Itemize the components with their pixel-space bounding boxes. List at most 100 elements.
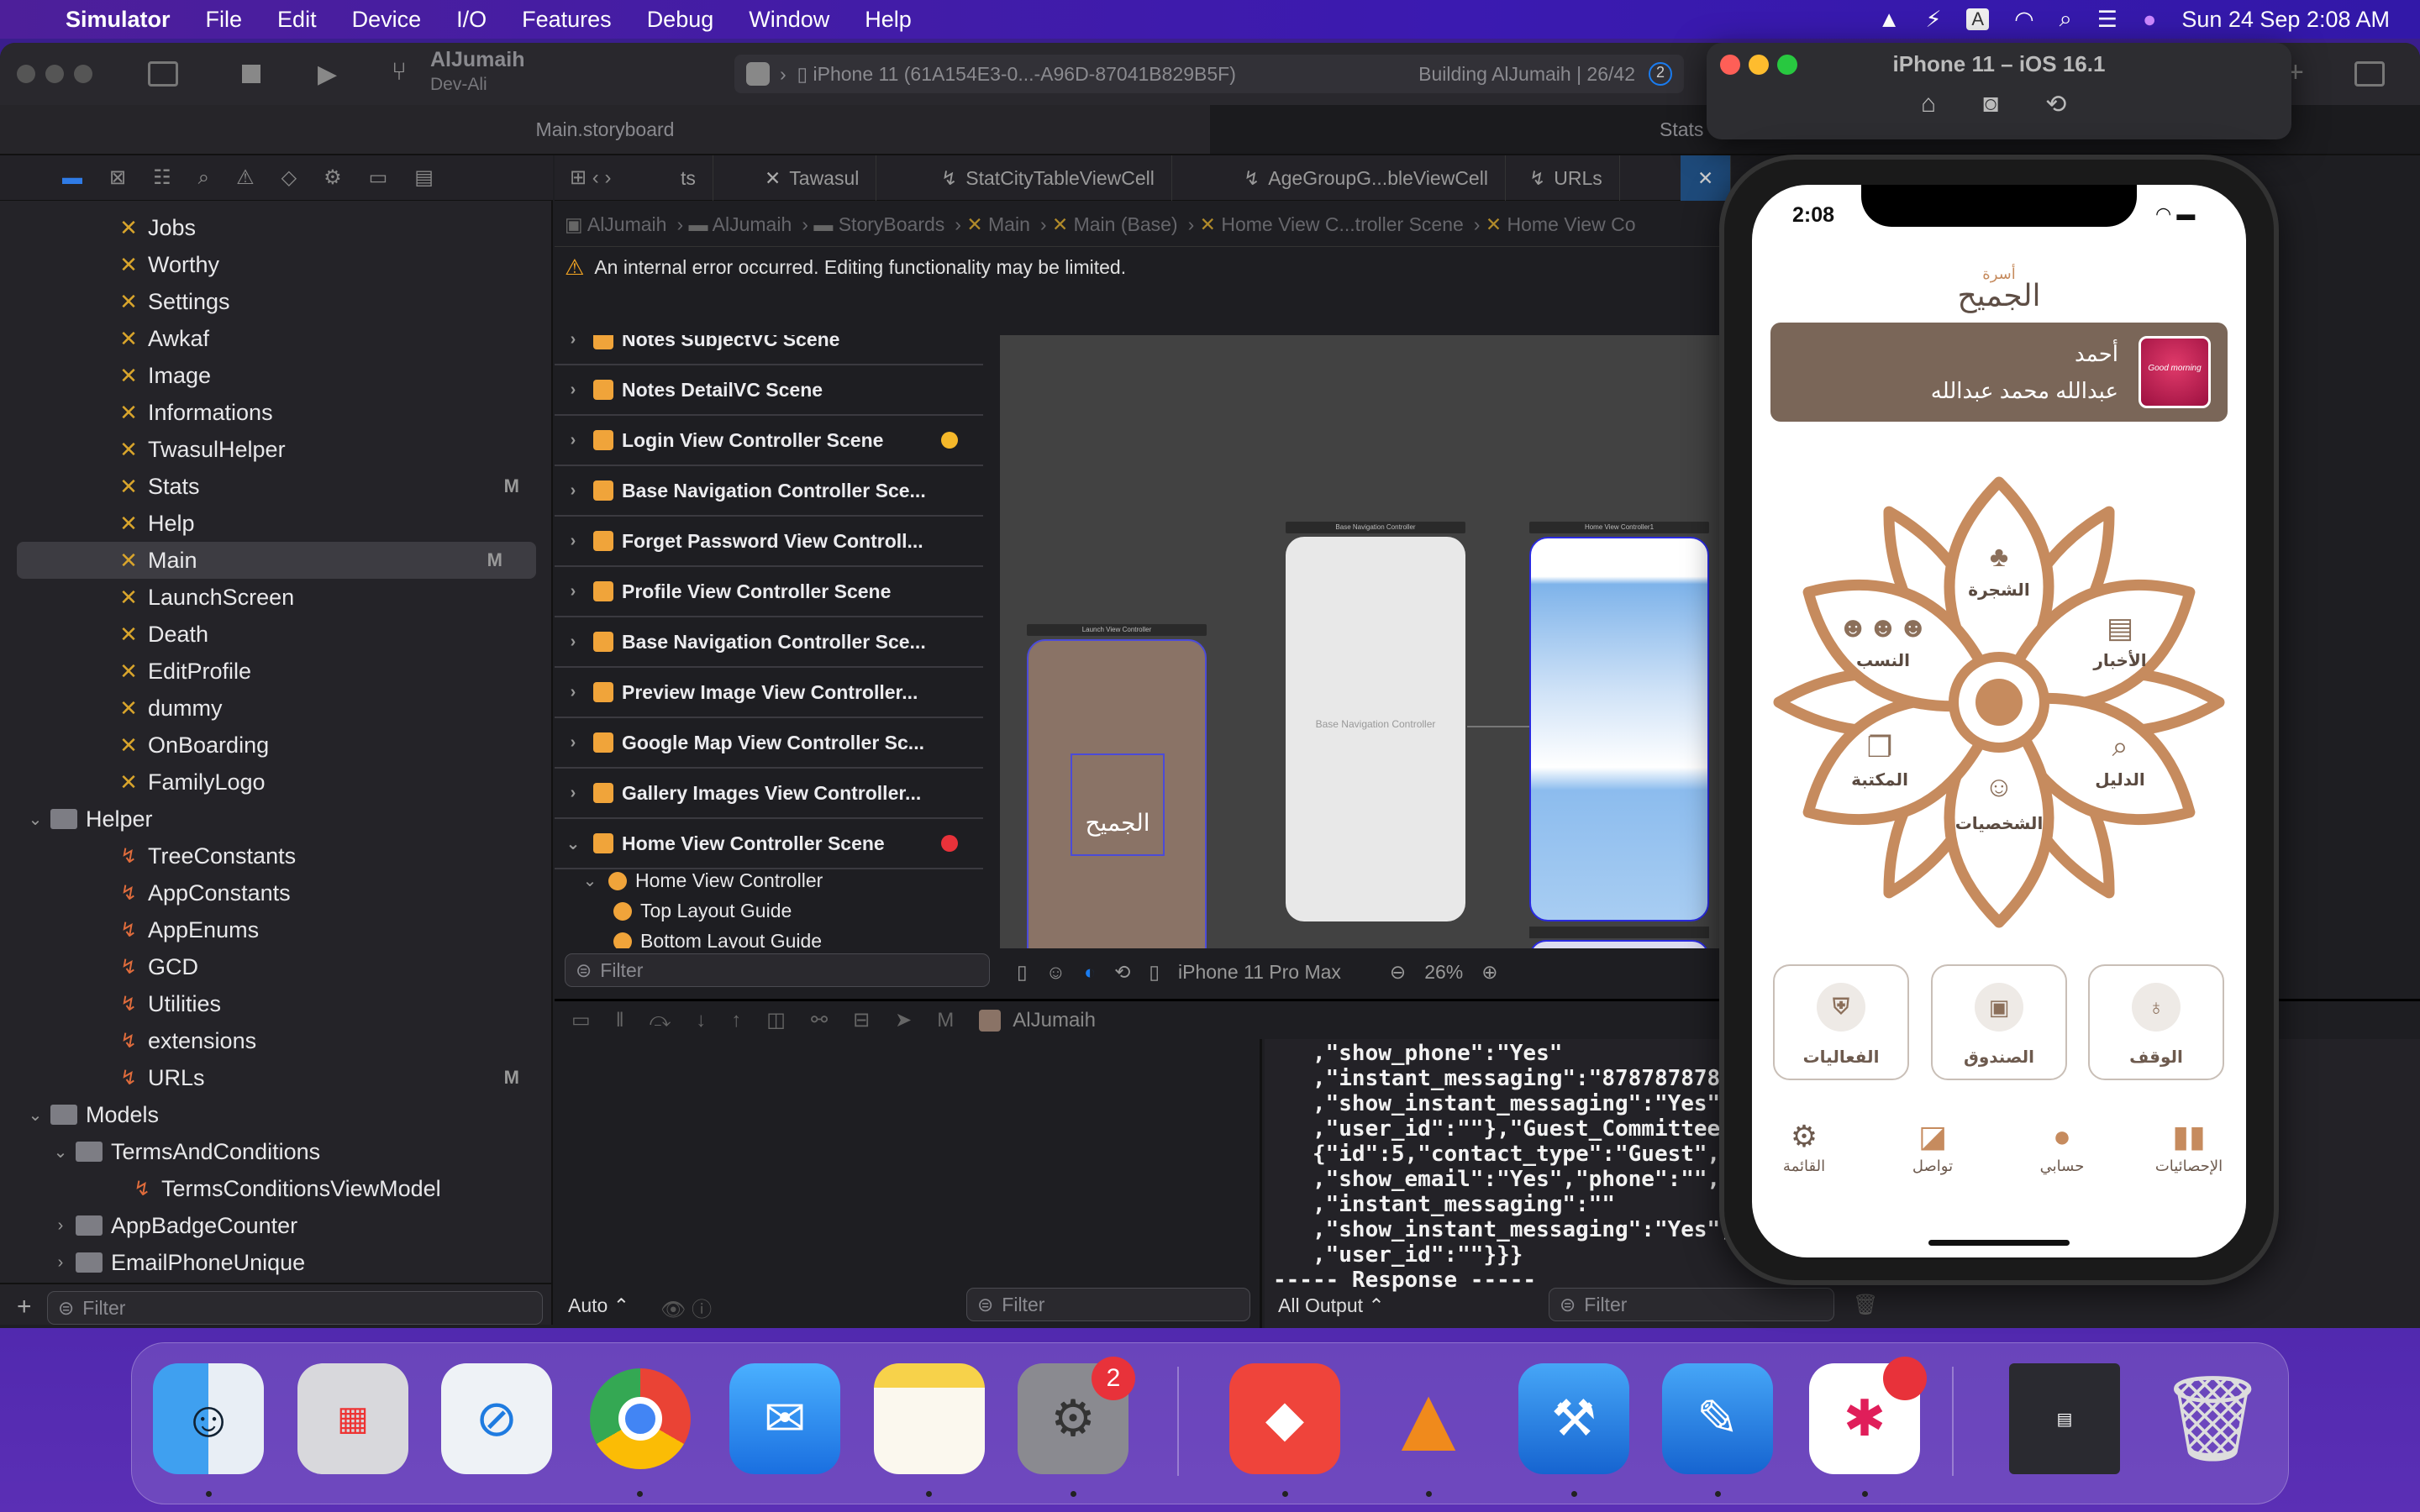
chrome-icon[interactable] <box>585 1363 696 1474</box>
breadcrumb-item[interactable]: › ✕ Main (Base) <box>1040 213 1178 236</box>
tab-contact[interactable]: ◪ تواصل <box>1882 1119 1983 1175</box>
breakpoint-navigator-icon[interactable]: ▭ <box>369 165 388 190</box>
build-issue-count[interactable]: 2 <box>1649 62 1672 86</box>
vlc-icon[interactable]: ▲ <box>1373 1363 1484 1474</box>
chevron-right-icon[interactable]: › <box>563 733 583 753</box>
source-control-icon[interactable]: ⊠ <box>109 165 126 190</box>
menu-app-name[interactable]: Simulator <box>66 7 171 33</box>
tab-main-storyboard[interactable]: Main.storyboard <box>0 105 1210 154</box>
petal-lineage[interactable]: النسب <box>1833 650 1933 671</box>
zoom-button[interactable] <box>74 65 92 83</box>
scene-nav[interactable]: Base Navigation Controller <box>1286 537 1465 921</box>
report-navigator-icon[interactable]: ▤ <box>414 165 434 190</box>
menu-help[interactable]: Help <box>865 7 912 33</box>
editor-tab[interactable]: ↯ StatCityTableViewCell <box>924 155 1172 201</box>
system-settings-icon[interactable]: ⚙ 2 <box>1018 1357 1135 1474</box>
chevron-down-icon[interactable]: ⌄ <box>25 809 45 830</box>
chevron-right-icon[interactable]: › <box>563 633 583 652</box>
menu-edit[interactable]: Edit <box>277 7 317 33</box>
accessibility-icon[interactable]: ☺ <box>1046 961 1065 984</box>
control-center-icon[interactable]: ☰ <box>2097 7 2118 33</box>
navigator-item-worthy[interactable]: ✕ Worthy <box>0 246 553 283</box>
petal-news[interactable]: الأخبار <box>2070 650 2170 671</box>
menu-features[interactable]: Features <box>522 7 612 33</box>
editor-tab[interactable]: ↯ URLs <box>1512 155 1620 201</box>
navigator-item-utilities[interactable]: ↯ Utilities <box>0 985 553 1022</box>
profile-card[interactable]: Good morning أحمد عبدالله محمد عبدالله <box>1770 323 2228 422</box>
chevron-right-icon[interactable]: › <box>563 335 583 349</box>
variables-mode-select[interactable]: Auto ⌃ <box>568 1294 629 1317</box>
petal-figures[interactable]: الشخصيات <box>1949 813 2049 834</box>
petal-directory[interactable]: الدليل <box>2070 769 2170 790</box>
location-icon[interactable]: ➤ <box>895 1008 912 1032</box>
metal-icon[interactable]: M <box>937 1009 954 1032</box>
menu-device[interactable]: Device <box>352 7 422 33</box>
navigator-item-appbadgecounter[interactable]: › AppBadgeCounter <box>0 1207 553 1244</box>
chevron-down-icon[interactable]: ⌄ <box>563 833 583 854</box>
run-icon[interactable]: ▶ <box>318 60 337 89</box>
card-endowment[interactable]: ♁ الوقف <box>2088 964 2224 1080</box>
quick-look-icon[interactable]: 👁 ⓘ <box>660 1293 712 1322</box>
screenshot-icon[interactable]: ◙ <box>1983 90 1998 119</box>
navigator-item-models[interactable]: ⌄ Models <box>0 1096 553 1133</box>
slack-icon[interactable]: ✱ <box>1809 1357 1927 1474</box>
simulator-icon[interactable]: ✎ <box>1662 1363 1773 1474</box>
inspector-toggle-icon[interactable] <box>2354 61 2385 87</box>
view-hierarchy-icon[interactable]: ◫ <box>766 1008 786 1032</box>
sidebar-toggle-icon[interactable] <box>148 61 178 87</box>
menu-io[interactable]: I/O <box>456 7 487 33</box>
console-output-select[interactable]: All Output ⌃ <box>1278 1294 1385 1317</box>
outline-child[interactable]: Top Layout Guide <box>605 900 792 922</box>
add-file-icon[interactable]: + <box>17 1293 32 1321</box>
symbol-navigator-icon[interactable]: ☷ <box>153 165 171 190</box>
console-filter-input[interactable]: ⊜ Filter <box>1549 1288 1834 1321</box>
step-into-icon[interactable]: ↓ <box>696 1009 706 1032</box>
scene-home[interactable] <box>1529 537 1709 921</box>
menu-debug[interactable]: Debug <box>647 7 714 33</box>
variables-filter-input[interactable]: ⊜ Filter <box>966 1288 1250 1321</box>
storyboard-canvas[interactable]: Launch View Controller الجميح Base Navig… <box>1000 335 1731 948</box>
menu-clock[interactable]: Sun 24 Sep 2:08 AM <box>2181 7 2390 33</box>
segue-arrow[interactable] <box>1467 726 1531 727</box>
chevron-down-icon[interactable]: ⌄ <box>25 1105 45 1126</box>
project-navigator-icon[interactable]: ▬ <box>62 166 82 190</box>
card-events[interactable]: ⛨ الفعاليات <box>1773 964 1909 1080</box>
navigator-item-launchscreen[interactable]: ✕ LaunchScreen <box>0 579 553 616</box>
screenshot-thumbnail-icon[interactable]: ▤ <box>2009 1363 2120 1474</box>
trash-icon[interactable]: 🗑 <box>2157 1363 2268 1474</box>
outline-child[interactable]: Bottom Layout Guide <box>605 930 822 948</box>
trash-icon[interactable]: 🗑 <box>1853 1293 1878 1317</box>
tab-stats[interactable]: Stats <box>1660 118 1703 141</box>
scene-title-nav[interactable]: Base Navigation Controller <box>1286 522 1465 533</box>
chevron-right-icon[interactable]: › <box>563 784 583 803</box>
related-items-icon[interactable]: ⊞ ‹ › <box>570 165 611 190</box>
chevron-right-icon[interactable]: › <box>50 1253 71 1273</box>
navigator-item-help[interactable]: ✕ Help <box>0 505 553 542</box>
step-over-icon[interactable]: ⤼ <box>650 1009 671 1032</box>
outline-filter-input[interactable]: ⊜ Filter <box>565 953 990 987</box>
navigator-item-treeconstants[interactable]: ↯ TreeConstants <box>0 837 553 874</box>
siri-icon[interactable]: ● <box>2143 7 2156 33</box>
pause-icon[interactable]: ‖ <box>616 1009 624 1032</box>
xcode-icon[interactable]: ⚒ <box>1518 1363 1629 1474</box>
navigator-item-settings[interactable]: ✕ Settings <box>0 283 553 320</box>
chevron-down-icon[interactable]: ⌄ <box>580 870 600 891</box>
launchpad-icon[interactable]: ▦ <box>297 1363 408 1474</box>
outline-scene[interactable]: ⌄ Home View Controller Scene <box>555 819 983 869</box>
spotlight-icon[interactable]: ⌕ <box>2060 6 2072 33</box>
tab-statistics[interactable]: ▮▮ الإحصائيات <box>2139 1119 2239 1175</box>
chevron-right-icon[interactable]: › <box>563 683 583 702</box>
navigator-item-twasulhelper[interactable]: ✕ TwasulHelper <box>0 431 553 468</box>
outline-scene[interactable]: › Google Map View Controller Sc... <box>555 718 983 769</box>
navigator-item-familylogo[interactable]: ✕ FamilyLogo <box>0 764 553 801</box>
editor-tab[interactable]: ✕ Tawasul <box>748 155 877 201</box>
iphone-screen[interactable]: 2:08 ◠ ▬ أسرة الجميح Good morning أحمد ع… <box>1752 185 2246 1257</box>
project-name[interactable]: AlJumaih <box>430 48 525 72</box>
appearance-icon[interactable]: ◐ <box>1084 961 1096 984</box>
editor-tab-active-close-icon[interactable]: ✕ <box>1681 155 1732 201</box>
chevron-right-icon[interactable]: › <box>563 381 583 400</box>
breadcrumb-item[interactable]: › ✕ Main <box>955 213 1030 236</box>
scene-title-next[interactable] <box>1529 927 1709 938</box>
zoom-out-icon[interactable]: ⊖ <box>1390 961 1406 984</box>
outline-scene[interactable]: › Notes DetailVC Scene <box>555 365 983 416</box>
